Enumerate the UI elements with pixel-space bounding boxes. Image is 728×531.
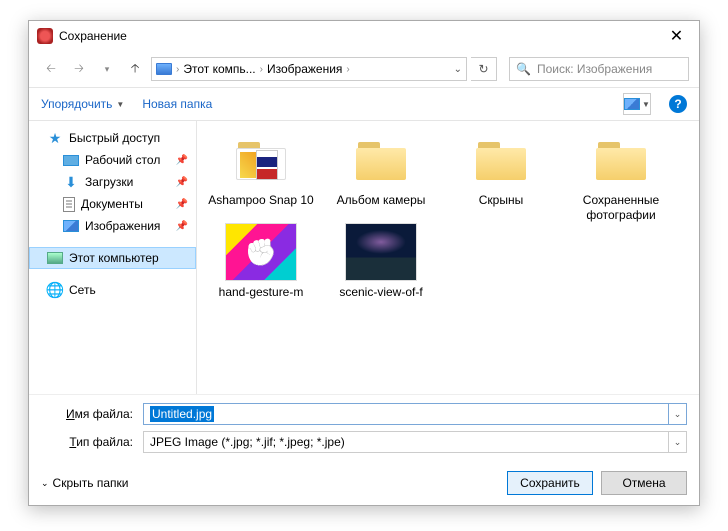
search-input[interactable]: 🔍 Поиск: Изображения <box>509 57 689 81</box>
search-icon: 🔍 <box>516 62 531 76</box>
nav-tree: ★ Быстрый доступ Рабочий стол 📌 ⬇ Загруз… <box>29 121 197 394</box>
up-button[interactable]: 🡡 <box>123 57 147 81</box>
refresh-button[interactable]: ↻ <box>471 57 497 81</box>
address-dropdown[interactable]: ⌄ <box>454 64 462 75</box>
recent-dropdown[interactable]: ▾ <box>95 57 119 81</box>
bottom-panel: Имя файла: Untitled.jpg ⌄ Тип файла: JPE… <box>29 394 699 505</box>
tree-desktop[interactable]: Рабочий стол 📌 <box>29 149 196 171</box>
pc-icon <box>156 63 172 75</box>
new-folder-button[interactable]: Новая папка <box>142 97 212 111</box>
view-options-button[interactable]: ▼ <box>623 93 651 115</box>
dialog-title: Сохранение <box>59 29 127 43</box>
item-hand-gesture[interactable]: hand-gesture-m <box>201 223 321 300</box>
cancel-button[interactable]: Отмена <box>601 471 687 495</box>
chevron-down-icon: ▼ <box>642 100 650 109</box>
desktop-icon <box>63 155 79 166</box>
filetype-select[interactable]: JPEG Image (*.jpg; *.jif; *.jpeg; *.jpe) <box>143 431 669 453</box>
filename-label: Имя файла: <box>41 407 143 421</box>
item-camera-roll[interactable]: Альбом камеры <box>321 131 441 223</box>
pictures-icon <box>63 220 79 232</box>
pin-icon: 📌 <box>176 177 188 188</box>
hide-folders-toggle[interactable]: ⌄ Скрыть папки <box>41 476 128 490</box>
organize-menu[interactable]: Упорядочить ▼ <box>41 97 124 111</box>
image-thumbnail <box>225 223 297 281</box>
item-screenshots[interactable]: Скрыны <box>441 131 561 223</box>
tree-downloads[interactable]: ⬇ Загрузки 📌 <box>29 171 196 193</box>
tree-documents[interactable]: Документы 📌 <box>29 193 196 215</box>
chevron-down-icon: ▼ <box>116 100 124 109</box>
filename-input[interactable]: Untitled.jpg <box>143 403 669 425</box>
help-button[interactable]: ? <box>669 95 687 113</box>
back-button[interactable]: 🡠 <box>39 57 63 81</box>
breadcrumb-folder[interactable]: Изображения <box>267 62 342 76</box>
pin-icon: 📌 <box>176 155 188 166</box>
folder-icon <box>354 138 408 182</box>
close-button[interactable]: ✕ <box>654 21 699 51</box>
pin-icon: 📌 <box>176 199 188 210</box>
breadcrumb-root[interactable]: Этот компь... <box>183 62 255 76</box>
star-icon: ★ <box>47 130 63 146</box>
folder-icon <box>234 138 288 182</box>
folder-icon <box>474 138 528 182</box>
thumbnails-icon <box>624 98 640 110</box>
item-ashampoo[interactable]: Ashampoo Snap 10 <box>201 131 321 223</box>
chevron-right-icon: › <box>176 64 179 75</box>
item-saved-photos[interactable]: Сохраненные фотографии <box>561 131 681 223</box>
folder-icon <box>594 138 648 182</box>
save-dialog: Сохранение ✕ 🡠 🡢 ▾ 🡡 › Этот компь... › И… <box>28 20 700 506</box>
caret-down-icon: ⌄ <box>41 478 49 489</box>
file-list: Ashampoo Snap 10 Альбом камеры Скрыны Со… <box>197 121 699 394</box>
forward-button: 🡢 <box>67 57 91 81</box>
item-scenic-view[interactable]: scenic-view-of-f <box>321 223 441 300</box>
toolbar: Упорядочить ▼ Новая папка ▼ ? <box>29 87 699 121</box>
document-icon <box>63 197 75 212</box>
network-icon: 🌐 <box>47 282 63 298</box>
tree-pictures[interactable]: Изображения 📌 <box>29 215 196 237</box>
chevron-right-icon: › <box>346 64 349 75</box>
search-placeholder: Поиск: Изображения <box>537 62 652 76</box>
chevron-right-icon: › <box>260 64 263 75</box>
save-button[interactable]: Сохранить <box>507 471 593 495</box>
tree-this-pc[interactable]: Этот компьютер <box>29 247 196 269</box>
titlebar: Сохранение ✕ <box>29 21 699 51</box>
tree-network[interactable]: 🌐 Сеть <box>29 279 196 301</box>
pc-icon <box>47 252 63 264</box>
image-thumbnail <box>345 223 417 281</box>
filetype-label: Тип файла: <box>41 435 143 449</box>
filetype-dropdown[interactable]: ⌄ <box>669 431 687 453</box>
download-icon: ⬇ <box>63 174 79 190</box>
filename-dropdown[interactable]: ⌄ <box>669 403 687 425</box>
tree-quick-access[interactable]: ★ Быстрый доступ <box>29 127 196 149</box>
address-bar[interactable]: › Этот компь... › Изображения › ⌄ <box>151 57 467 81</box>
app-icon <box>37 28 53 44</box>
pin-icon: 📌 <box>176 221 188 232</box>
nav-row: 🡠 🡢 ▾ 🡡 › Этот компь... › Изображения › … <box>29 51 699 87</box>
